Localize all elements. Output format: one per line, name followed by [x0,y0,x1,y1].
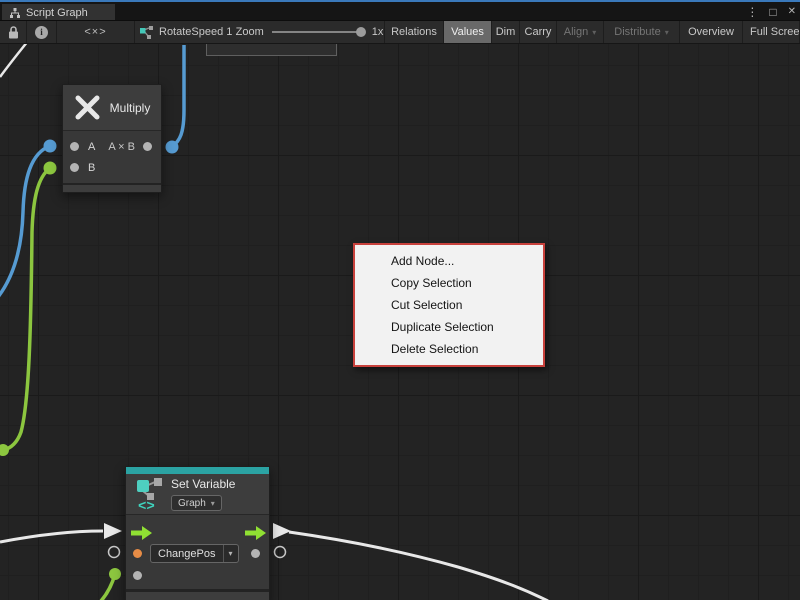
toolbar-button-relations[interactable]: Relations [385,21,444,43]
window-maximize-icon[interactable]: □ [769,4,776,20]
toolbar-button-align[interactable]: Align ▾ [557,21,604,43]
floating-field [206,43,337,56]
chevron-down-icon: ▾ [592,28,596,37]
menu-item-add-node[interactable]: Add Node... [355,250,543,272]
menu-item-duplicate-selection[interactable]: Duplicate Selection [355,316,543,338]
info-button[interactable]: i [27,21,57,43]
setvar-node-footer [126,589,269,600]
scope-label: Graph [178,498,206,509]
toolbar-button-full-screen[interactable]: Full Screen [743,21,800,43]
variable-row: ChangePos ▾ [126,543,269,564]
port-label-a: A [88,141,95,153]
multiply-x-icon [74,94,101,121]
tab-label: Script Graph [26,7,88,19]
multiply-node-footer [63,183,161,192]
set-variable-icon: <> [132,477,166,511]
code-view-button[interactable]: <×> [57,21,135,43]
svg-text:<>: <> [138,499,155,511]
zoom-slider-handle[interactable] [356,27,366,37]
zoom-control: Zoom 1x [235,21,385,43]
code-view-icon: <×> [84,26,106,38]
value-row [126,564,269,586]
port-row-a: A A × B [63,136,161,157]
exec-output-arrow-icon[interactable] [245,526,266,540]
graph-reference[interactable]: RotateSpeed 1 [135,21,235,43]
info-icon: i [35,26,48,39]
variable-output-port[interactable] [251,549,260,558]
toolbar: i <×> RotateSpeed 1 Zoom 1x Relations Va… [0,20,800,44]
window-menu-icon[interactable]: ⋮ [746,4,758,20]
input-port-b[interactable] [70,163,79,172]
toolbar-button-overview[interactable]: Overview [680,21,743,43]
node-set-variable[interactable]: <> Set Variable Graph ▾ [125,466,270,600]
menu-item-copy-selection[interactable]: Copy Selection [355,272,543,294]
exec-input-arrow-icon[interactable] [131,526,152,540]
setvar-node-header[interactable]: <> Set Variable Graph ▾ [126,474,269,515]
toolbar-button-values[interactable]: Values [444,21,492,43]
zoom-slider[interactable] [272,31,362,33]
toolbar-button-carry[interactable]: Carry [520,21,557,43]
lock-button[interactable] [0,21,27,43]
setvar-node-body: ChangePos ▾ [126,515,269,589]
node-title: Multiply [110,101,151,115]
node-title: Set Variable [171,477,235,491]
port-row-b: B [63,157,161,178]
script-graph-window: Multiply A A × B B [0,0,800,600]
graph-node-icon [140,26,153,39]
value-input-port[interactable] [133,571,142,580]
chevron-down-icon: ▾ [665,28,669,37]
variable-name-dropdown[interactable]: ChangePos ▾ [150,544,239,563]
graph-name-label: RotateSpeed 1 [159,26,232,38]
toolbar-button-dim[interactable]: Dim [492,21,520,43]
zoom-value: 1x [372,26,384,38]
lock-icon [8,26,19,39]
zoom-label: Zoom [236,26,264,38]
input-port-a[interactable] [70,142,79,151]
distribute-label: Distribute [614,26,660,38]
variable-name-label: ChangePos [151,545,223,562]
chevron-down-icon: ▾ [211,499,215,508]
window-close-icon[interactable]: ✕ [788,4,796,20]
menu-item-delete-selection[interactable]: Delete Selection [355,338,543,360]
toolbar-button-distribute[interactable]: Distribute ▾ [604,21,680,43]
menu-item-cut-selection[interactable]: Cut Selection [355,294,543,316]
chevron-down-icon: ▾ [223,545,238,562]
node-multiply[interactable]: Multiply A A × B B [62,84,162,193]
variable-scope-dropdown[interactable]: Graph ▾ [171,495,222,511]
titlebar: Script Graph ⋮ □ ✕ [0,0,800,20]
port-label-b: B [88,162,95,174]
output-port-result[interactable] [143,142,152,151]
multiply-node-header[interactable]: Multiply [63,85,161,131]
context-menu: Add Node... Copy Selection Cut Selection… [353,243,545,367]
variable-kind-bar [126,467,269,474]
variable-input-port[interactable] [133,549,142,558]
align-label: Align [564,26,588,38]
exec-row [126,522,269,543]
graph-icon [10,8,20,18]
port-label-result: A × B [108,141,135,153]
multiply-node-body: A A × B B [63,131,161,183]
